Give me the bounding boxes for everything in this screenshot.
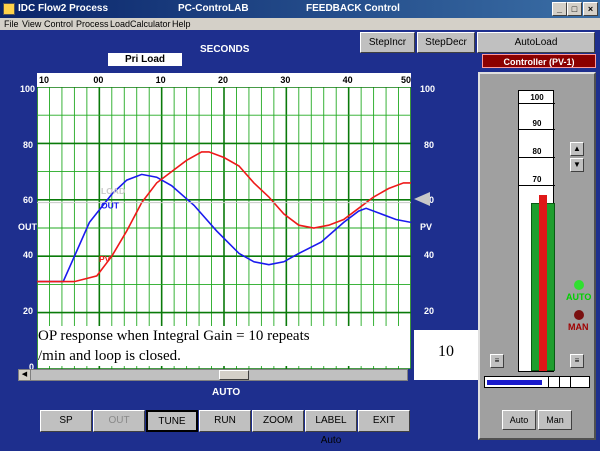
controller-faceplate: 100 90 80 70 ▲ ▼ AUTO MAN ≡ ≡ Auto Man <box>478 72 596 440</box>
gauge-tick-90: 90 <box>519 119 555 130</box>
step-incr-button[interactable]: StepIncr <box>360 32 415 53</box>
gauge-tick-100: 100 <box>519 93 555 104</box>
seconds-label: SECONDS <box>200 44 250 55</box>
right-tick-20: 20 <box>424 306 435 316</box>
scroll-left-icon[interactable]: ◀ <box>19 370 31 380</box>
auto-led-icon <box>574 280 584 290</box>
pri-load-label: Pri Load <box>108 53 182 66</box>
app-title: IDC Flow2 Process <box>18 3 109 14</box>
menu-bar: File View Control Process Load Calculato… <box>0 18 600 30</box>
output-bar-fill <box>487 380 542 385</box>
output-decrease-icon[interactable]: ≡ <box>490 354 504 368</box>
x-tick-label: 10 <box>39 75 49 85</box>
tune-button[interactable]: TUNE <box>146 410 198 432</box>
x-tick-label: 00 <box>93 75 103 85</box>
x-tick-label: 40 <box>343 75 353 85</box>
menu-load[interactable]: Load <box>110 18 130 30</box>
caption-line-2: /min and loop is closed. <box>38 348 181 364</box>
sp-bar <box>539 194 547 371</box>
x-tick-label: 10 <box>156 75 166 85</box>
x-tick-label: 50 <box>401 75 411 85</box>
scroll-thumb[interactable] <box>219 370 249 380</box>
sp-button[interactable]: SP <box>40 410 92 432</box>
caption-line-1: OP response when Integral Gain = 10 repe… <box>38 328 310 344</box>
right-axis-label: PV <box>420 222 433 232</box>
menu-calculator[interactable]: Calculator <box>130 18 171 30</box>
man-mode-button[interactable]: Man <box>538 410 572 430</box>
menu-control[interactable]: Control <box>44 18 73 30</box>
output-bar-divider <box>570 377 571 387</box>
minimize-button[interactable]: _ <box>552 2 567 16</box>
maximize-button[interactable]: □ <box>567 2 582 16</box>
right-tick-80: 80 <box>424 140 435 150</box>
trend-chart: 10 00 10 20 30 40 50 LOAD OUT PV <box>37 73 411 369</box>
auto-load-button[interactable]: AutoLoad <box>477 32 595 53</box>
title-bar: IDC Flow2 Process PC-ControLAB FEEDBACK … <box>0 0 600 18</box>
inline-label-pv: PV <box>99 254 111 264</box>
menu-process[interactable]: Process <box>76 18 109 30</box>
x-tick-label: 30 <box>280 75 290 85</box>
time-scrollbar[interactable]: ◀ <box>18 369 408 381</box>
gauge-tick-80: 80 <box>519 147 555 158</box>
value-box: 10 <box>414 330 478 380</box>
left-tick-80: 80 <box>23 140 34 150</box>
controller-title: Controller (PV-1) <box>482 54 596 68</box>
left-tick-100: 100 <box>20 84 36 94</box>
pv-pointer-icon <box>414 192 430 206</box>
step-decr-button[interactable]: StepDecr <box>417 32 475 53</box>
left-axis-label: OUT <box>18 222 37 232</box>
app-icon <box>3 3 15 15</box>
menu-help[interactable]: Help <box>172 18 191 30</box>
output-increase-icon[interactable]: ≡ <box>570 354 584 368</box>
left-tick-20: 20 <box>23 306 34 316</box>
man-led-icon <box>574 310 584 320</box>
caption-text: OP response when Integral Gain = 10 repe… <box>38 326 410 366</box>
output-bar-divider <box>548 377 549 387</box>
inline-label-out: OUT <box>101 200 120 210</box>
right-tick-40: 40 <box>424 250 435 260</box>
output-bar <box>484 376 590 388</box>
sp-down-icon[interactable]: ▼ <box>570 158 584 172</box>
auto-mode-button[interactable]: Auto <box>502 410 536 430</box>
exit-button[interactable]: EXIT <box>358 410 410 432</box>
gauge-tick-70: 70 <box>519 175 555 186</box>
menu-file[interactable]: File <box>4 18 19 30</box>
zoom-button[interactable]: ZOOM <box>252 410 304 432</box>
sp-up-icon[interactable]: ▲ <box>570 142 584 156</box>
center-title: PC-ControLAB <box>178 3 249 14</box>
x-tick-label: 20 <box>218 75 228 85</box>
left-tick-60: 60 <box>23 195 34 205</box>
man-mode-label: MAN <box>568 322 589 332</box>
out-button[interactable]: OUT <box>93 410 145 432</box>
run-button[interactable]: RUN <box>199 410 251 432</box>
auto-mode-label: AUTO <box>566 292 592 302</box>
menu-view[interactable]: View <box>22 18 41 30</box>
output-bar-divider <box>559 377 560 387</box>
mode-status-label: AUTO <box>212 387 241 398</box>
close-button[interactable]: × <box>583 2 598 16</box>
right-tick-100: 100 <box>420 84 436 94</box>
left-tick-40: 40 <box>23 250 34 260</box>
pv-gauge: 100 90 80 70 <box>518 90 555 372</box>
right-title: FEEDBACK Control <box>306 3 400 14</box>
label-auto-button[interactable]: LABEL Auto <box>305 410 357 446</box>
inline-label-load: LOAD <box>101 186 125 196</box>
